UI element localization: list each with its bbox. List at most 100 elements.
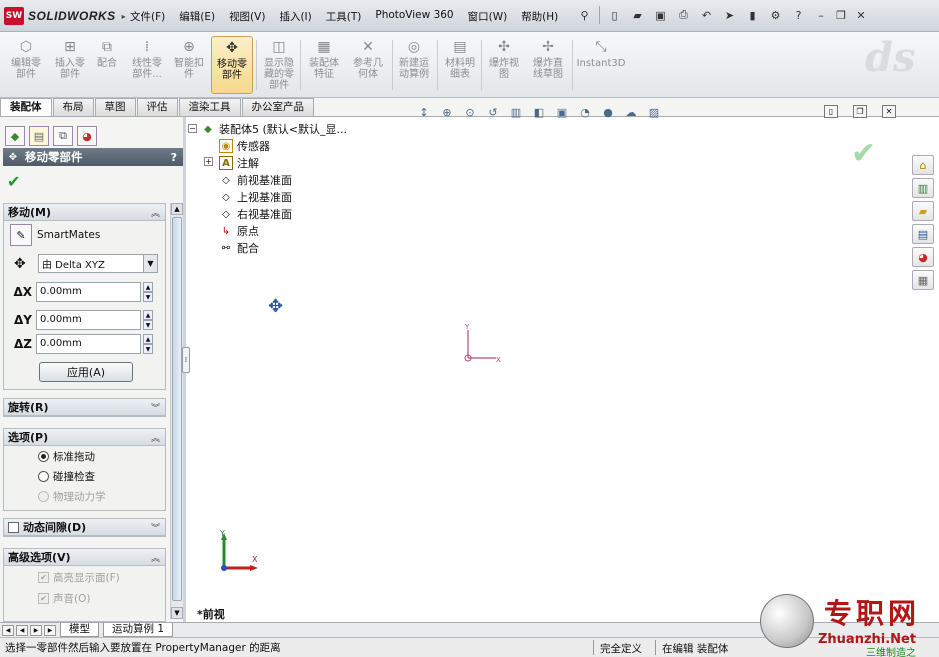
explode-line-sketch-button[interactable]: ✢ 爆炸直 线草图: [525, 36, 571, 94]
advanced-options-header[interactable]: 高级选项(V) ︽: [4, 549, 165, 566]
edit-component-button[interactable]: ⬡ 编辑零 部件: [3, 36, 49, 94]
tile-icon[interactable]: ▯: [824, 105, 838, 118]
radio-collision-detection[interactable]: [38, 471, 49, 482]
menu-edit[interactable]: 编辑(E): [179, 9, 215, 24]
tree-item-origin[interactable]: ↳ 原点: [219, 223, 259, 239]
close-icon[interactable]: ✕: [853, 7, 869, 23]
tree-item-front-plane[interactable]: ◇ 前视基准面: [219, 172, 292, 188]
option-collision-detection[interactable]: 碰撞检查: [38, 469, 95, 484]
assembly-feature-button[interactable]: ▦ 装配体 特征: [301, 36, 347, 94]
appearances-icon[interactable]: ◕: [912, 247, 934, 267]
ok-button[interactable]: ✔: [7, 172, 20, 191]
delta-y-field[interactable]: 0.00mm: [36, 310, 141, 330]
tree-item-mates[interactable]: ⚯ 配合: [219, 240, 259, 256]
tree-item-sensors[interactable]: ◉ 传感器: [219, 138, 270, 154]
select-arrow-icon[interactable]: ➤: [721, 7, 738, 24]
collapse-toggle[interactable]: −: [188, 124, 197, 133]
edit-appearance-icon[interactable]: ●: [599, 104, 617, 120]
menu-photoview[interactable]: PhotoView 360: [375, 9, 453, 24]
mate-button[interactable]: ⧉ 配合: [86, 36, 128, 94]
close-document-icon[interactable]: ✕: [882, 105, 896, 118]
display-manager-icon[interactable]: ◕: [77, 126, 97, 146]
property-manager-scrollbar[interactable]: ▲ ▼: [170, 203, 183, 619]
tab-render-tools[interactable]: 渲染工具: [178, 98, 241, 116]
restore-icon[interactable]: ❐: [833, 7, 849, 23]
delta-x-spinner[interactable]: ▲ ▼: [143, 282, 153, 302]
delta-x-field[interactable]: 0.00mm: [36, 282, 141, 302]
tree-root[interactable]: ◆ 装配体5 (默认<默认_显...: [201, 121, 347, 137]
configuration-manager-icon[interactable]: ⧉: [53, 126, 73, 146]
tree-item-top-plane[interactable]: ◇ 上视基准面: [219, 189, 292, 205]
delta-z-spinner[interactable]: ▲ ▼: [143, 334, 153, 354]
undo-icon[interactable]: ↶: [698, 7, 715, 24]
apply-button[interactable]: 应用(A): [39, 362, 133, 382]
scroll-down-icon[interactable]: ▼: [171, 607, 183, 619]
view-orientation-icon[interactable]: ↕: [415, 104, 433, 120]
view-palette-icon[interactable]: ▤: [912, 224, 934, 244]
instant3d-button[interactable]: ⤡ Instant3D: [575, 36, 627, 94]
radio-standard-drag[interactable]: [38, 451, 49, 462]
previous-view-icon[interactable]: ↺: [484, 104, 502, 120]
smart-fastener-button[interactable]: ⊕ 智能扣 件: [166, 36, 212, 94]
expand-toggle[interactable]: +: [204, 157, 213, 166]
delta-z-field[interactable]: 0.00mm: [36, 334, 141, 354]
help-question-icon[interactable]: ?: [790, 7, 807, 24]
scroll-thumb[interactable]: [172, 217, 182, 601]
reference-geometry-button[interactable]: ✕ 参考几 何体: [345, 36, 391, 94]
confirmation-check-icon[interactable]: ✔: [851, 136, 876, 171]
rebuild-icon[interactable]: ▮: [744, 7, 761, 24]
show-hidden-button[interactable]: ◫ 显示隐 藏的零 部件: [256, 36, 302, 94]
splitter-handle[interactable]: ⁞: [182, 347, 190, 373]
tree-item-right-plane[interactable]: ◇ 右视基准面: [219, 206, 292, 222]
menu-file[interactable]: 文件(F): [130, 9, 165, 24]
menu-window[interactable]: 窗口(W): [468, 9, 508, 24]
exploded-view-button[interactable]: ✣ 爆炸视 图: [481, 36, 527, 94]
next-tab-icon[interactable]: ▶: [30, 624, 42, 636]
help-button[interactable]: ?: [171, 151, 177, 164]
tab-model[interactable]: 模型: [60, 623, 99, 637]
rotate-group-header[interactable]: 旋转(R) ︾: [4, 399, 165, 416]
tab-layout[interactable]: 布局: [52, 98, 94, 116]
save-icon[interactable]: ▣: [652, 7, 669, 24]
tab-evaluate[interactable]: 评估: [136, 98, 178, 116]
move-group-header[interactable]: 移动(M) ︽: [4, 204, 165, 221]
menu-view[interactable]: 视图(V): [229, 9, 265, 24]
dynamic-clearance-checkbox[interactable]: [8, 521, 19, 533]
tree-item-annotations[interactable]: A 注解: [219, 155, 259, 171]
menu-help[interactable]: 帮助(H): [521, 9, 558, 24]
move-mode-select[interactable]: 由 Delta XYZ ▼: [38, 254, 158, 273]
tab-motion-study[interactable]: 运动算例 1: [103, 623, 174, 637]
design-library-icon[interactable]: ▥: [912, 178, 934, 198]
feature-manager-icon[interactable]: ◆: [5, 126, 25, 146]
prev-tab-icon[interactable]: ◀: [16, 624, 28, 636]
section-view-icon[interactable]: ▥: [507, 104, 525, 120]
custom-properties-icon[interactable]: ▦: [912, 270, 934, 290]
tab-sketch[interactable]: 草图: [94, 98, 136, 116]
options-gear-icon[interactable]: ⚙: [767, 7, 784, 24]
menu-insert[interactable]: 插入(I): [279, 9, 311, 24]
dynamic-clearance-header[interactable]: 动态间隙(D) ︾: [4, 519, 165, 536]
view-orientation-dropdown-icon[interactable]: ◧: [530, 104, 548, 120]
delta-y-spinner[interactable]: ▲ ▼: [143, 310, 153, 330]
property-manager-icon[interactable]: ▤: [29, 126, 49, 146]
last-tab-icon[interactable]: ▶: [44, 624, 56, 636]
smartmates-icon[interactable]: ✎: [10, 224, 32, 246]
hide-show-items-icon[interactable]: ◔: [576, 104, 594, 120]
options-group-header[interactable]: 选项(P) ︽: [4, 429, 165, 446]
home-icon[interactable]: ⌂: [912, 155, 934, 175]
smartmates-row[interactable]: ✎ SmartMates: [10, 224, 100, 246]
view-settings-icon[interactable]: ▨: [645, 104, 663, 120]
move-component-button[interactable]: ✥ 移动零 部件: [211, 36, 253, 94]
graphics-area[interactable]: [186, 117, 939, 622]
apply-scene-icon[interactable]: ☁: [622, 104, 640, 120]
minimize-icon[interactable]: –: [813, 7, 829, 23]
tab-assembly[interactable]: 装配体: [0, 98, 52, 116]
tab-office-products[interactable]: 办公室产品: [241, 98, 314, 116]
menu-tools[interactable]: 工具(T): [326, 9, 362, 24]
new-motion-study-button[interactable]: ◎ 新建运 动算例: [391, 36, 437, 94]
new-document-icon[interactable]: ▯: [606, 7, 623, 24]
open-folder-icon[interactable]: ▰: [629, 7, 646, 24]
restore-document-icon[interactable]: ❐: [853, 105, 867, 118]
first-tab-icon[interactable]: ◀: [2, 624, 14, 636]
reference-triad[interactable]: Y X: [212, 528, 264, 574]
